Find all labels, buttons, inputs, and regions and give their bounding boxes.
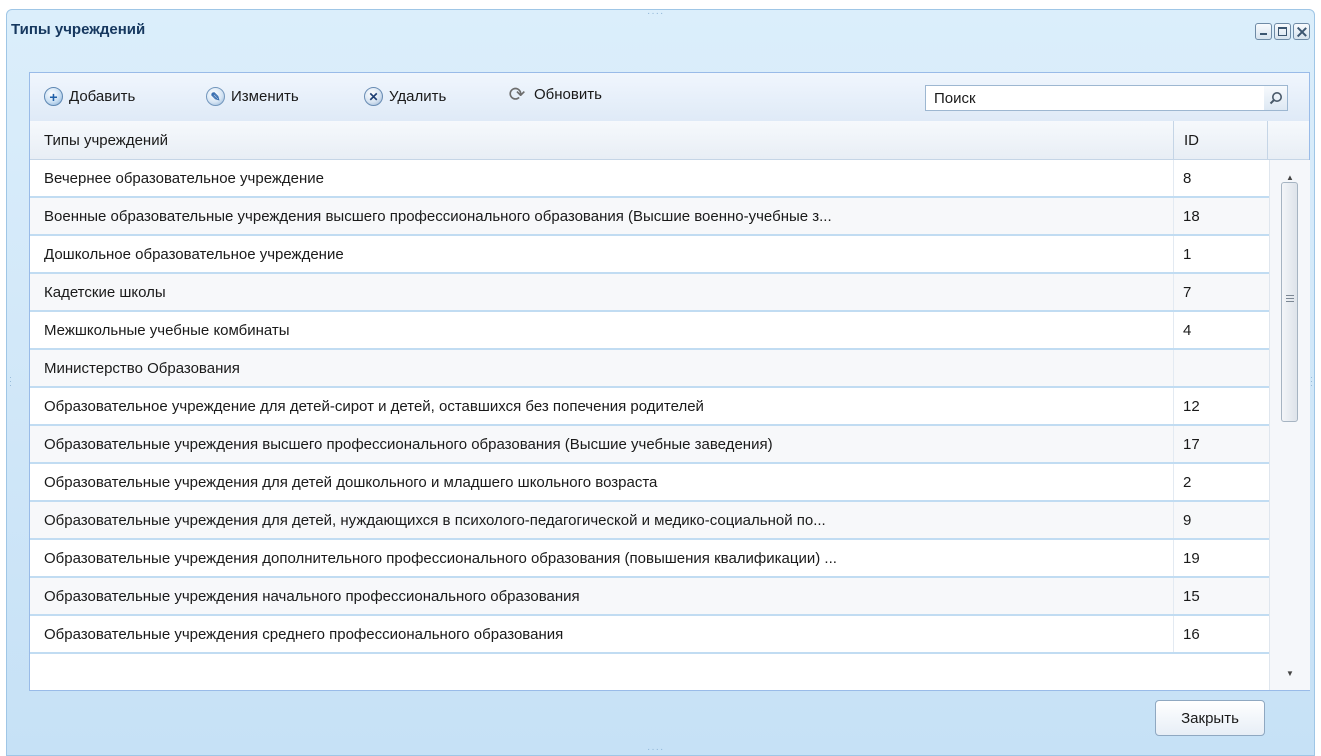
title-bar[interactable]: Типы учреждений xyxy=(7,10,1314,50)
cell-institution-type: Образовательные учреждения начального пр… xyxy=(44,588,580,605)
minimize-button[interactable] xyxy=(1255,23,1272,40)
bottom-resize-grip[interactable]: ···· xyxy=(647,744,664,755)
search-input[interactable]: Поиск xyxy=(925,85,1265,111)
table-row[interactable]: Кадетские школы 7 xyxy=(30,274,1269,312)
close-window-button[interactable] xyxy=(1293,23,1310,40)
cell-id: 7 xyxy=(1183,284,1192,301)
refresh-button-label: Обновить xyxy=(534,86,602,103)
cell-id: 12 xyxy=(1183,398,1200,415)
cell-id: 2 xyxy=(1183,474,1192,491)
table-row[interactable]: Образовательные учреждения среднего проф… xyxy=(30,616,1269,654)
table-row[interactable]: Образовательные учреждения для детей дош… xyxy=(30,464,1269,502)
cell-institution-type: Образовательные учреждения для детей дош… xyxy=(44,474,658,491)
grid-body: Вечернее образовательное учреждение 8 Воен… xyxy=(30,160,1269,690)
delete-button[interactable]: ✕ Удалить xyxy=(364,87,446,106)
column-header-id[interactable]: ID xyxy=(1173,121,1268,159)
cell-institution-type: Межшкольные учебные комбинаты xyxy=(44,322,290,339)
add-button[interactable]: + Добавить xyxy=(44,87,135,106)
cell-id: 16 xyxy=(1183,626,1200,643)
table-row[interactable]: Дошкольное образовательное учреждение 1 xyxy=(30,236,1269,274)
grid-panel: + Добавить ✎ Изменить ✕ Удалить ⟳ Обнови… xyxy=(29,72,1310,691)
window-controls xyxy=(1255,23,1310,40)
table-row[interactable]: Образовательные учреждения для детей, ну… xyxy=(30,502,1269,540)
scroll-down-arrow[interactable]: ▼ xyxy=(1270,662,1310,684)
column-header-id-label: ID xyxy=(1184,132,1199,149)
left-resize-grip[interactable]: · · · xyxy=(9,373,13,395)
cell-institution-type: Образовательные учреждения дополнительно… xyxy=(44,550,837,567)
cell-id: 9 xyxy=(1183,512,1192,529)
cell-id: 4 xyxy=(1183,322,1192,339)
cell-id: 15 xyxy=(1183,588,1200,605)
cell-institution-type: Образовательное учреждение для детей-сир… xyxy=(44,398,704,415)
close-button[interactable]: Закрыть xyxy=(1155,700,1265,736)
column-header-name[interactable]: Типы учреждений xyxy=(44,132,168,149)
table-row[interactable]: Образовательные учреждения дополнительно… xyxy=(30,540,1269,578)
cell-institution-type: Вечернее образовательное учреждение xyxy=(44,170,325,187)
table-row[interactable]: Вечернее образовательное учреждение 8 xyxy=(30,160,1269,198)
pencil-icon: ✎ xyxy=(206,87,225,106)
table-row[interactable]: Министерство Образования xyxy=(30,350,1269,388)
cell-institution-type: Дошкольное образовательное учреждение xyxy=(44,246,344,263)
table-row[interactable]: Образовательное учреждение для детей-сир… xyxy=(30,388,1269,426)
vertical-scrollbar[interactable]: ▲ ▼ xyxy=(1269,160,1310,690)
cell-id: 1 xyxy=(1183,246,1192,263)
window-title: Типы учреждений xyxy=(11,21,146,38)
edit-button-label: Изменить xyxy=(231,88,299,105)
cell-id: 17 xyxy=(1183,436,1200,453)
table-row[interactable]: Военные образовательные учреждения высше… xyxy=(30,198,1269,236)
toolbar: + Добавить ✎ Изменить ✕ Удалить ⟳ Обнови… xyxy=(30,73,1309,122)
delete-button-label: Удалить xyxy=(389,88,447,105)
cell-institution-type: Кадетские школы xyxy=(44,284,166,301)
scrollbar-thumb[interactable] xyxy=(1281,182,1298,422)
grip-icon xyxy=(1286,295,1294,303)
cell-institution-type: Образовательные учреждения среднего проф… xyxy=(44,626,564,643)
search-button[interactable] xyxy=(1264,85,1288,111)
edit-button[interactable]: ✎ Изменить xyxy=(206,87,299,106)
search-icon xyxy=(1269,92,1282,105)
refresh-button[interactable]: ⟳ Обновить xyxy=(506,83,602,106)
maximize-button[interactable] xyxy=(1274,23,1291,40)
cell-institution-type: Образовательные учреждения для детей, ну… xyxy=(44,512,826,529)
dialog-window: ···· Типы учреждений · · · · · · + Добавить … xyxy=(6,9,1315,756)
cell-id: 8 xyxy=(1183,170,1192,187)
refresh-icon: ⟳ xyxy=(508,83,526,106)
table-row[interactable]: Образовательные учреждения начального пр… xyxy=(30,578,1269,616)
table-row[interactable]: Межшкольные учебные комбинаты 4 xyxy=(30,312,1269,350)
table-row[interactable]: Образовательные учреждения высшего профе… xyxy=(30,426,1269,464)
right-resize-grip[interactable]: · · · xyxy=(1310,373,1314,395)
cross-icon: ✕ xyxy=(364,87,383,106)
add-button-label: Добавить xyxy=(69,88,136,105)
cell-institution-type: Военные образовательные учреждения высше… xyxy=(44,208,832,225)
cell-institution-type: Образовательные учреждения высшего профе… xyxy=(44,436,773,453)
plus-icon: + xyxy=(44,87,63,106)
cell-id: 19 xyxy=(1183,550,1200,567)
grid-header: Типы учреждений ID xyxy=(30,121,1309,160)
cell-institution-type: Министерство Образования xyxy=(44,360,240,377)
cell-id: 18 xyxy=(1183,208,1200,225)
